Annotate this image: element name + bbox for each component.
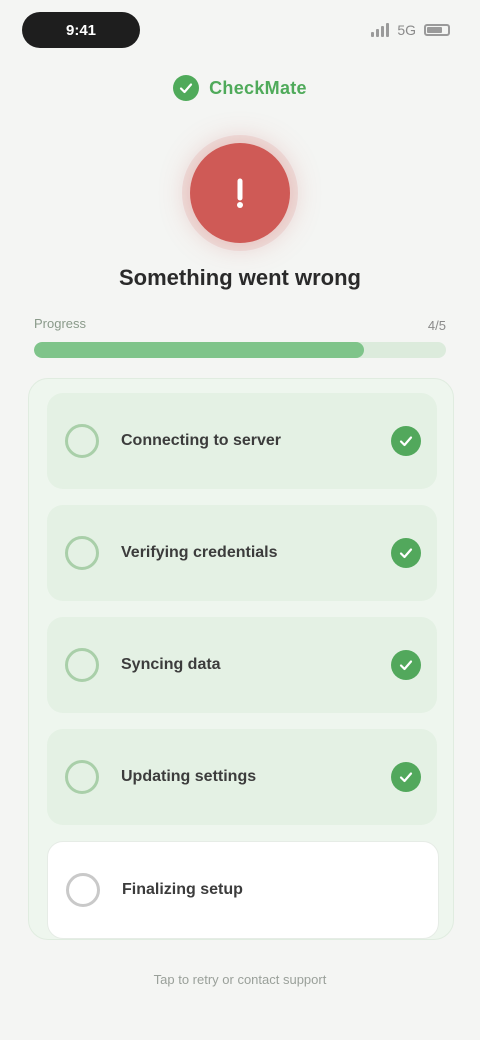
footer-hint: Tap to retry or contact support — [153, 972, 327, 987]
page-title: Something went wrong — [119, 265, 361, 290]
step-status-icon — [65, 424, 99, 458]
step-status-icon — [65, 536, 99, 570]
step-label: Updating settings — [121, 768, 257, 785]
step-label: Syncing data — [121, 656, 221, 673]
step-row[interactable]: Finalizing setup — [47, 841, 439, 939]
step-status-icon — [65, 648, 99, 682]
step-status-icon — [65, 760, 99, 794]
signal-icon — [371, 23, 390, 37]
status-time: 9:41 — [65, 21, 97, 39]
brand-name: CheckMate — [209, 77, 307, 98]
progress-bar — [34, 342, 446, 358]
brand-header: CheckMate — [0, 70, 480, 106]
step-row[interactable]: Connecting to server — [47, 393, 437, 489]
step-row[interactable]: Syncing data — [47, 617, 437, 713]
status-bar: 9:41 5G — [0, 0, 480, 64]
step-label: Finalizing setup — [122, 881, 243, 898]
step-label: Verifying credentials — [121, 544, 278, 561]
step-status-icon — [66, 873, 100, 907]
status-indicators: 5G — [371, 18, 450, 42]
checkmark-icon — [391, 426, 421, 456]
progress-fill — [34, 342, 364, 358]
checkmark-icon — [391, 538, 421, 568]
progress-section: Progress 4/5 — [28, 316, 452, 366]
step-label: Connecting to server — [121, 432, 282, 449]
network-label: 5G — [397, 22, 416, 38]
step-row[interactable]: Updating settings — [47, 729, 437, 825]
brand-logo-icon — [173, 75, 200, 101]
progress-count: 4/5 — [427, 318, 446, 333]
checkmark-icon — [391, 650, 421, 680]
time-pill: 9:41 — [22, 12, 140, 48]
battery-icon — [424, 24, 450, 36]
checkmark-icon — [391, 762, 421, 792]
steps-card: Connecting to server Verifying credentia… — [28, 378, 454, 940]
step-row[interactable]: Verifying credentials — [47, 505, 437, 601]
error-icon — [190, 143, 290, 243]
progress-label: Progress — [34, 316, 87, 331]
